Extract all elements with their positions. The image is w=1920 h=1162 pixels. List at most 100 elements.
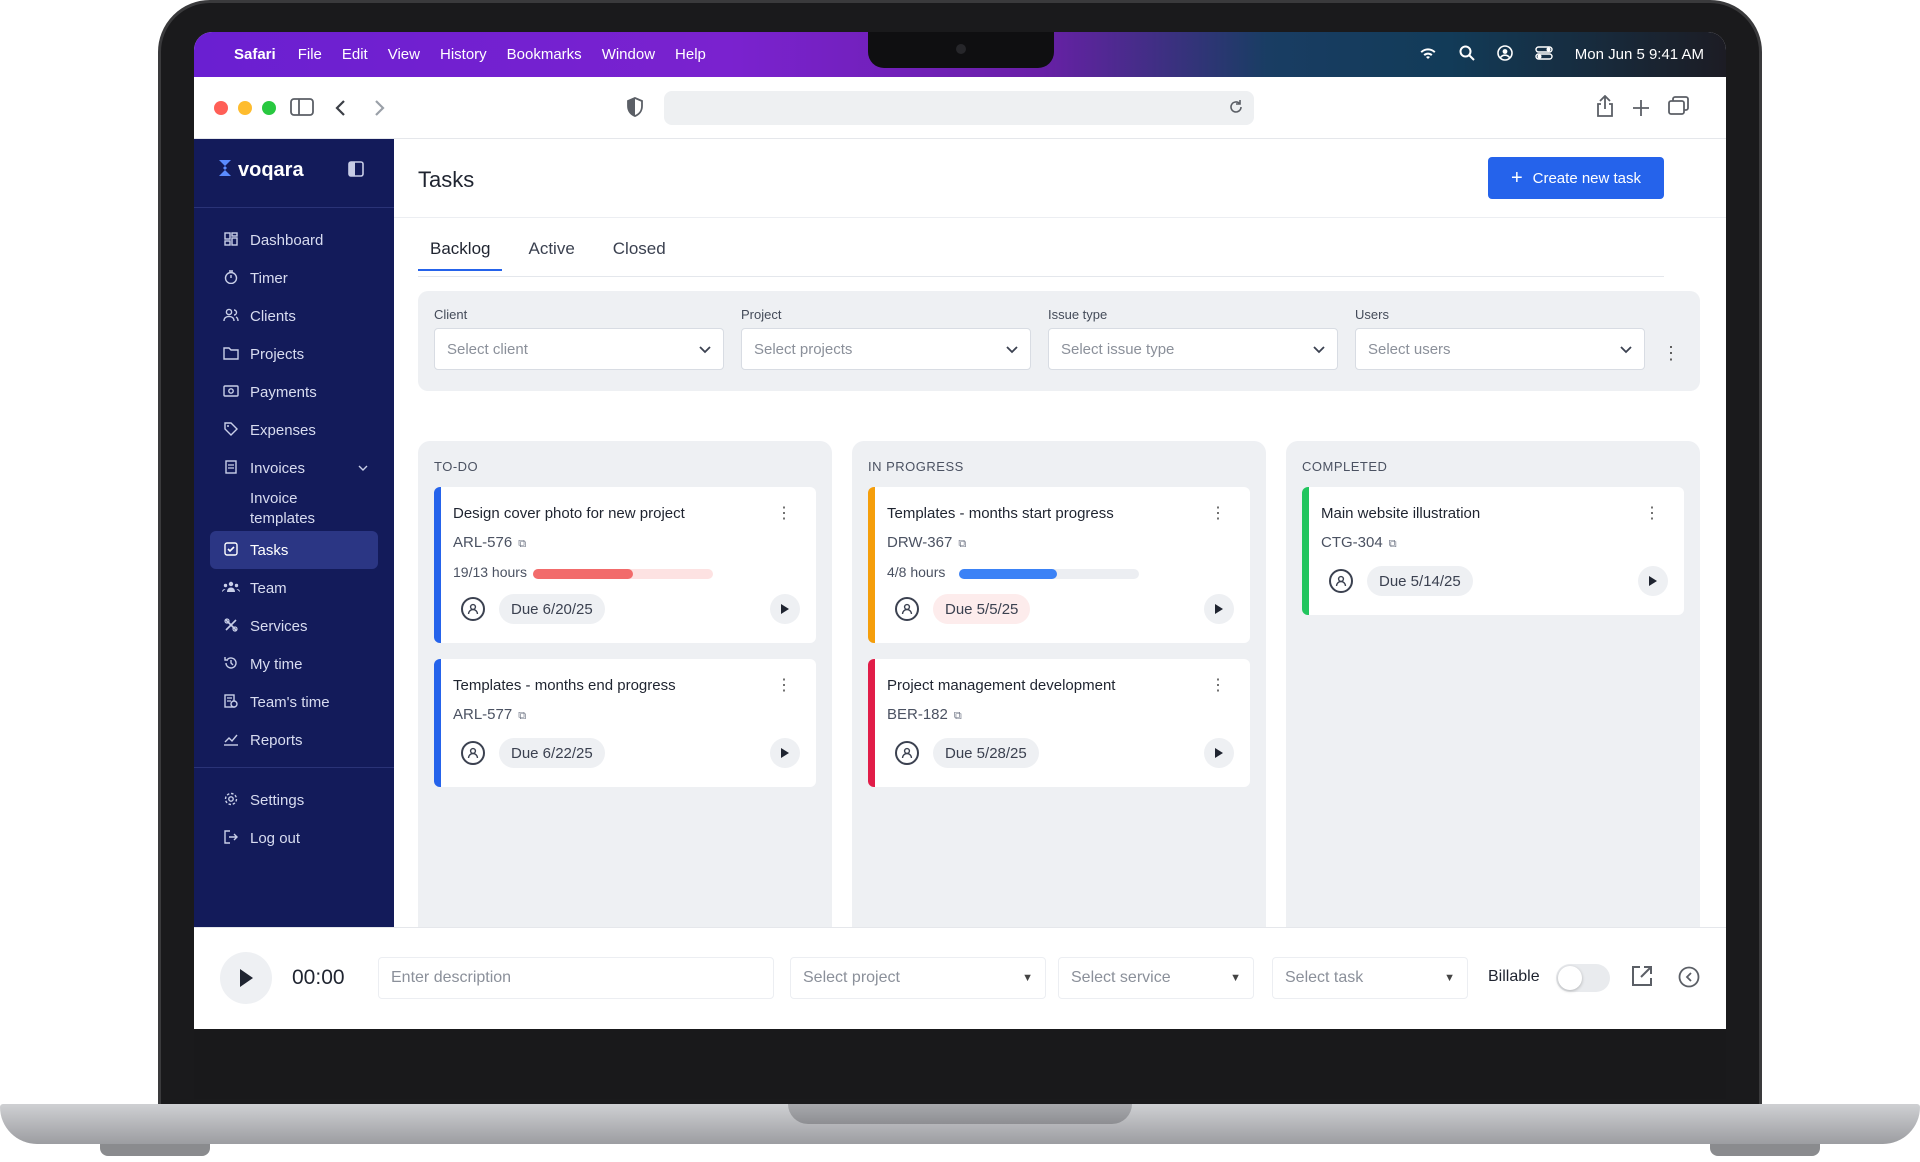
card-menu-icon[interactable]: ⋮ [776, 675, 792, 695]
start-timer-button[interactable] [770, 594, 800, 624]
sidebar-item-teams-time[interactable]: Team's time [210, 683, 378, 721]
share-icon[interactable] [1596, 94, 1614, 123]
start-timer-button[interactable] [1204, 738, 1234, 768]
menu-history[interactable]: History [440, 46, 487, 63]
assignee-avatar-icon[interactable] [895, 741, 919, 765]
wifi-icon[interactable] [1419, 46, 1437, 64]
sidebar-item-invoice-templates[interactable]: Invoice templates [210, 487, 378, 531]
tab-closed[interactable]: Closed [613, 239, 678, 271]
minimize-window-button[interactable] [238, 101, 252, 115]
card-menu-icon[interactable]: ⋮ [1210, 675, 1226, 695]
timer-play-button[interactable] [220, 952, 272, 1004]
reload-icon[interactable] [1228, 99, 1244, 120]
card-menu-icon[interactable]: ⋮ [1644, 503, 1660, 523]
chevron-down-icon[interactable] [358, 462, 368, 474]
menu-window[interactable]: Window [602, 46, 655, 63]
task-code[interactable]: DRW-367 ⧉ [887, 534, 966, 551]
collapse-timer-icon[interactable] [1678, 966, 1700, 994]
open-external-icon[interactable] [1630, 964, 1654, 994]
sidebar-item-my-time[interactable]: My time [210, 645, 378, 683]
sidebar-toggle-icon[interactable] [290, 97, 314, 123]
project-select[interactable]: Select projects [741, 328, 1031, 370]
users-filter: Users Select users [1355, 307, 1645, 370]
new-tab-icon[interactable] [1632, 97, 1650, 123]
chevron-down-icon [1006, 342, 1018, 357]
billable-toggle[interactable] [1556, 964, 1610, 992]
task-card[interactable]: Templates - months end progress ⋮ ARL-57… [434, 659, 816, 787]
create-new-task-button[interactable]: + Create new task [1488, 157, 1664, 199]
menu-help[interactable]: Help [675, 46, 706, 63]
privacy-shield-icon[interactable] [626, 97, 644, 123]
tab-backlog[interactable]: Backlog [418, 239, 503, 271]
start-timer-button[interactable] [770, 738, 800, 768]
column-title: IN PROGRESS [868, 459, 964, 474]
sidebar-item-label: Log out [250, 829, 301, 847]
more-filters-icon[interactable]: ⋮ [1662, 343, 1680, 364]
menubar-datetime[interactable]: Mon Jun 5 9:41 AM [1575, 46, 1704, 63]
task-card[interactable]: Main website illustration ⋮ CTG-304 ⧉ Due… [1302, 487, 1684, 615]
menubar-app-name[interactable]: Safari [234, 46, 276, 63]
menu-edit[interactable]: Edit [342, 46, 368, 63]
sidebar-item-timer[interactable]: Timer [210, 259, 378, 297]
task-code[interactable]: BER-182 ⧉ [887, 706, 962, 723]
due-date-badge: Due 5/28/25 [933, 738, 1039, 768]
tag-icon [220, 421, 242, 439]
sidebar-item-dashboard[interactable]: Dashboard [210, 221, 378, 259]
start-timer-button[interactable] [1204, 594, 1234, 624]
issue-type-select[interactable]: Select issue type [1048, 328, 1338, 370]
sidebar-item-tasks[interactable]: Tasks [210, 531, 378, 569]
filter-label: Client [434, 307, 468, 322]
collapse-sidebar-icon[interactable] [348, 161, 364, 182]
back-icon[interactable] [334, 97, 346, 123]
payments-icon [220, 384, 242, 401]
progress-bar [959, 569, 1139, 579]
close-window-button[interactable] [214, 101, 228, 115]
tab-active[interactable]: Active [528, 239, 586, 271]
input-placeholder: Enter description [391, 969, 512, 986]
sidebar-item-label: Payments [250, 383, 317, 401]
tab-overview-icon[interactable] [1668, 96, 1690, 122]
assignee-avatar-icon[interactable] [895, 597, 919, 621]
task-card[interactable]: Design cover photo for new project ⋮ ARL… [434, 487, 816, 643]
assignee-avatar-icon[interactable] [1329, 569, 1353, 593]
assignee-avatar-icon[interactable] [461, 597, 485, 621]
address-bar[interactable] [664, 91, 1254, 125]
zoom-window-button[interactable] [262, 101, 276, 115]
sidebar-item-team[interactable]: Team [210, 569, 378, 607]
task-card[interactable]: Project management development ⋮ BER-182… [868, 659, 1250, 787]
camera-notch [868, 32, 1054, 68]
sidebar-item-reports[interactable]: Reports [210, 721, 378, 759]
menu-view[interactable]: View [388, 46, 420, 63]
description-input[interactable]: Enter description [378, 957, 774, 999]
service-select[interactable]: Select service ▼ [1058, 957, 1254, 999]
task-code[interactable]: ARL-577 ⧉ [453, 706, 526, 723]
sidebar-item-clients[interactable]: Clients [210, 297, 378, 335]
card-menu-icon[interactable]: ⋮ [776, 503, 792, 523]
user-account-icon[interactable] [1496, 44, 1513, 65]
sidebar-item-payments[interactable]: Payments [210, 373, 378, 411]
task-hours: 4/8 hours [887, 564, 946, 580]
menu-file[interactable]: File [298, 46, 322, 63]
sidebar-item-logout[interactable]: Log out [210, 819, 378, 857]
task-code[interactable]: CTG-304 ⧉ [1321, 534, 1397, 551]
card-menu-icon[interactable]: ⋮ [1210, 503, 1226, 523]
task-card[interactable]: Templates - months start progress ⋮ DRW-… [868, 487, 1250, 643]
search-icon[interactable] [1459, 45, 1475, 65]
project-select[interactable]: Select project ▼ [790, 957, 1046, 999]
assignee-avatar-icon[interactable] [461, 741, 485, 765]
start-timer-button[interactable] [1638, 566, 1668, 596]
sidebar-item-expenses[interactable]: Expenses [210, 411, 378, 449]
sidebar-item-invoices[interactable]: Invoices [210, 449, 378, 487]
forward-icon[interactable] [374, 97, 386, 123]
sidebar-item-services[interactable]: Services [210, 607, 378, 645]
control-center-icon[interactable] [1535, 45, 1553, 64]
sidebar-item-projects[interactable]: Projects [210, 335, 378, 373]
brand-logo[interactable]: voqara [218, 159, 304, 182]
menu-bookmarks[interactable]: Bookmarks [507, 46, 582, 63]
create-button-label: Create new task [1532, 169, 1642, 187]
client-select[interactable]: Select client [434, 328, 724, 370]
task-code[interactable]: ARL-576 ⧉ [453, 534, 526, 551]
sidebar-item-settings[interactable]: Settings [210, 781, 378, 819]
task-select[interactable]: Select task ▼ [1272, 957, 1468, 999]
users-select[interactable]: Select users [1355, 328, 1645, 370]
